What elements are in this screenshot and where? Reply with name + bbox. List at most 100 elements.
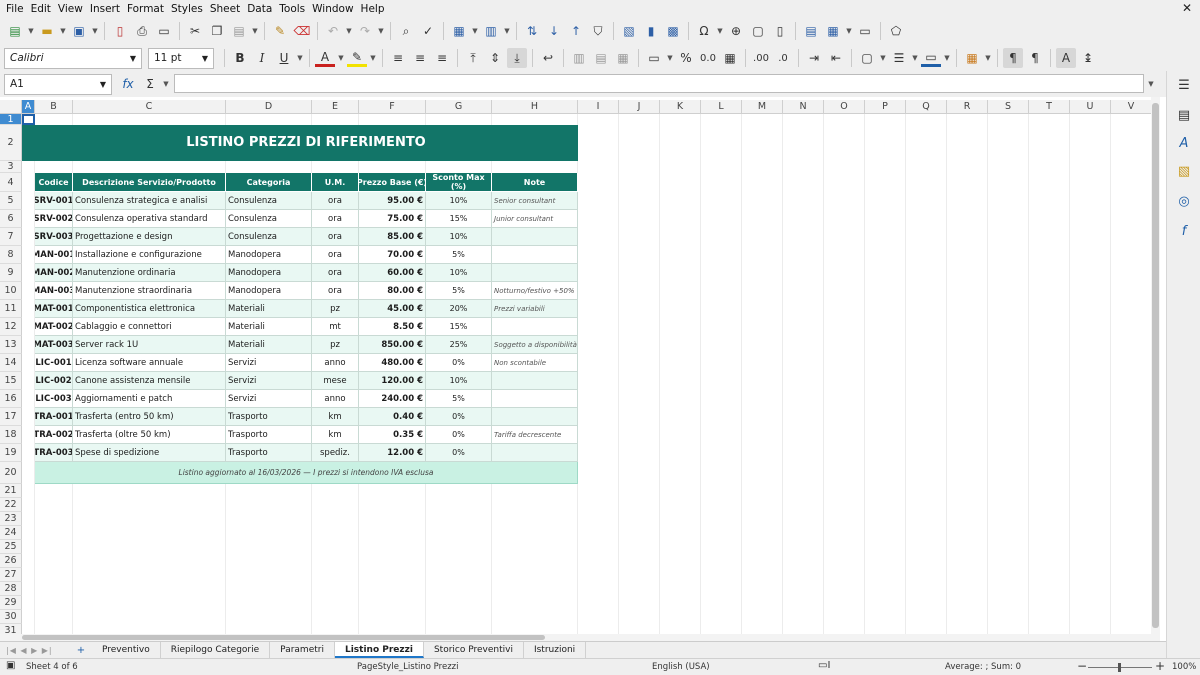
sum-dropdown-icon[interactable]: ▼ xyxy=(162,74,170,94)
column-header-v[interactable]: V xyxy=(1111,100,1152,114)
row-header-14[interactable]: 14 xyxy=(0,354,22,372)
table-row-8-disc[interactable]: 15% xyxy=(426,318,492,336)
sort-descending-icon[interactable]: ↑ xyxy=(566,21,586,41)
header-footer-icon[interactable]: ▯ xyxy=(770,21,790,41)
table-row-8-price[interactable]: 8.50 € xyxy=(359,318,426,336)
table-row-5-disc[interactable]: 10% xyxy=(426,264,492,282)
borders-icon[interactable]: ▢ xyxy=(857,48,877,68)
footer-note[interactable]: Listino aggiornato al 16/03/2026 — I pre… xyxy=(35,462,578,484)
border-color-dropdown-icon[interactable]: ▼ xyxy=(943,48,951,68)
insert-image-icon[interactable]: ▧ xyxy=(619,21,639,41)
conditional-format-icon[interactable]: ▦ xyxy=(962,48,982,68)
add-sheet-icon[interactable]: + xyxy=(71,640,91,660)
column-header-s[interactable]: S xyxy=(988,100,1029,114)
table-row-5-note[interactable] xyxy=(492,264,578,282)
functions-icon[interactable]: f xyxy=(1174,221,1194,241)
table-row-11-desc[interactable]: Canone assistenza mensile xyxy=(73,372,226,390)
column-header-q[interactable]: Q xyxy=(906,100,947,114)
table-row-15-desc[interactable]: Spese di spedizione xyxy=(73,444,226,462)
column-header-c[interactable]: C xyxy=(73,100,226,114)
column-header-i[interactable]: I xyxy=(578,100,619,114)
table-row-6-note[interactable]: Notturno/festivo +50% xyxy=(492,282,578,300)
table-row-13-disc[interactable]: 0% xyxy=(426,408,492,426)
conditional-dropdown-icon[interactable]: ▼ xyxy=(984,48,992,68)
table-row-4-disc[interactable]: 5% xyxy=(426,246,492,264)
row-header-25[interactable]: 25 xyxy=(0,540,22,554)
row-header-24[interactable]: 24 xyxy=(0,526,22,540)
table-row-1-cat[interactable]: Consulenza xyxy=(226,192,312,210)
row-header-23[interactable]: 23 xyxy=(0,512,22,526)
highlight-dropdown-icon[interactable]: ▼ xyxy=(369,48,377,68)
table-row-12-price[interactable]: 240.00 € xyxy=(359,390,426,408)
menu-styles[interactable]: Styles xyxy=(171,3,203,15)
column-header-f[interactable]: F xyxy=(359,100,426,114)
row-header-18[interactable]: 18 xyxy=(0,426,22,444)
selection-mode-icon[interactable]: ▭I xyxy=(818,660,830,671)
expand-formula-icon[interactable]: ▼ xyxy=(1147,74,1155,94)
font-color-dropdown-icon[interactable]: ▼ xyxy=(337,48,345,68)
tab-parametri[interactable]: Parametri xyxy=(270,642,335,658)
align-center-icon[interactable]: ≡ xyxy=(410,48,430,68)
bold-icon[interactable]: B xyxy=(230,48,250,68)
new-dropdown-icon[interactable]: ▼ xyxy=(27,21,35,41)
table-row-15-note[interactable] xyxy=(492,444,578,462)
menu-help[interactable]: Help xyxy=(361,3,385,15)
right-to-left-icon[interactable]: ¶ xyxy=(1025,48,1045,68)
table-row-4-price[interactable]: 70.00 € xyxy=(359,246,426,264)
table-row-7-code[interactable]: MAT-001 xyxy=(35,300,73,318)
row-header-4[interactable]: 4 xyxy=(0,173,22,192)
table-row-15-disc[interactable]: 0% xyxy=(426,444,492,462)
copy-icon[interactable]: ❐ xyxy=(207,21,227,41)
table-row-10-code[interactable]: LIC-001 xyxy=(35,354,73,372)
horizontal-scrollbar[interactable] xyxy=(0,634,1160,641)
menu-view[interactable]: View xyxy=(58,3,83,15)
row-icon[interactable]: ▦ xyxy=(449,21,469,41)
increase-indent-icon[interactable]: ⇥ xyxy=(804,48,824,68)
save-dropdown-icon[interactable]: ▼ xyxy=(91,21,99,41)
table-row-7-cat[interactable]: Materiali xyxy=(226,300,312,318)
table-row-8-cat[interactable]: Materiali xyxy=(226,318,312,336)
menu-tools[interactable]: Tools xyxy=(279,3,305,15)
zoom-slider-handle[interactable] xyxy=(1118,663,1121,672)
table-row-1-code[interactable]: SRV-001 xyxy=(35,192,73,210)
table-row-8-note[interactable] xyxy=(492,318,578,336)
table-row-8-desc[interactable]: Cablaggio e connettori xyxy=(73,318,226,336)
table-row-4-code[interactable]: MAN-001 xyxy=(35,246,73,264)
row-header-29[interactable]: 29 xyxy=(0,596,22,610)
special-character-icon[interactable]: Ω xyxy=(694,21,714,41)
column-header-u[interactable]: U xyxy=(1070,100,1111,114)
table-row-3-disc[interactable]: 10% xyxy=(426,228,492,246)
table-row-14-desc[interactable]: Trasferta (oltre 50 km) xyxy=(73,426,226,444)
open-dropdown-icon[interactable]: ▼ xyxy=(59,21,67,41)
table-row-7-disc[interactable]: 20% xyxy=(426,300,492,318)
tab-listino-prezzi[interactable]: Listino Prezzi xyxy=(334,642,424,658)
table-row-4-cat[interactable]: Manodopera xyxy=(226,246,312,264)
table-header-3[interactable]: Categoria xyxy=(226,173,312,192)
spreadsheet-grid[interactable]: A B C D E F G H I J K L M N O P Q R S T U V 1 2 3 4 5 6 7 8 9 10 11 12 13 1… xyxy=(0,97,1160,634)
vertical-scroll-thumb[interactable] xyxy=(1152,103,1159,628)
table-row-12-cat[interactable]: Servizi xyxy=(226,390,312,408)
table-row-6-code[interactable]: MAN-003 xyxy=(35,282,73,300)
zoom-level[interactable]: 100% xyxy=(1172,662,1196,672)
table-row-7-price[interactable]: 45.00 € xyxy=(359,300,426,318)
highlight-color-icon[interactable]: ✎ xyxy=(347,50,367,67)
underline-dropdown-icon[interactable]: ▼ xyxy=(296,48,304,68)
name-box[interactable]: A1 ▼ xyxy=(4,73,112,95)
row-header-11[interactable]: 11 xyxy=(0,300,22,318)
italic-icon[interactable]: I xyxy=(252,48,272,68)
row-header-9[interactable]: 9 xyxy=(0,264,22,282)
table-row-4-desc[interactable]: Installazione e configurazione xyxy=(73,246,226,264)
border-style-icon[interactable]: ☰ xyxy=(889,48,909,68)
table-row-2-note[interactable]: Junior consultant xyxy=(492,210,578,228)
table-row-4-um[interactable]: ora xyxy=(312,246,359,264)
table-header-2[interactable]: Descrizione Servizio/Prodotto xyxy=(73,173,226,192)
row-header-22[interactable]: 22 xyxy=(0,498,22,512)
row-header-1[interactable]: 1 xyxy=(0,114,22,125)
comment-icon[interactable]: ▢ xyxy=(748,21,768,41)
table-header-1[interactable]: Codice xyxy=(35,173,73,192)
table-row-9-code[interactable]: MAT-003 xyxy=(35,336,73,354)
zoom-out-icon[interactable]: − xyxy=(1077,659,1087,673)
table-row-3-cat[interactable]: Consulenza xyxy=(226,228,312,246)
table-row-6-price[interactable]: 80.00 € xyxy=(359,282,426,300)
redo-dropdown-icon[interactable]: ▼ xyxy=(377,21,385,41)
